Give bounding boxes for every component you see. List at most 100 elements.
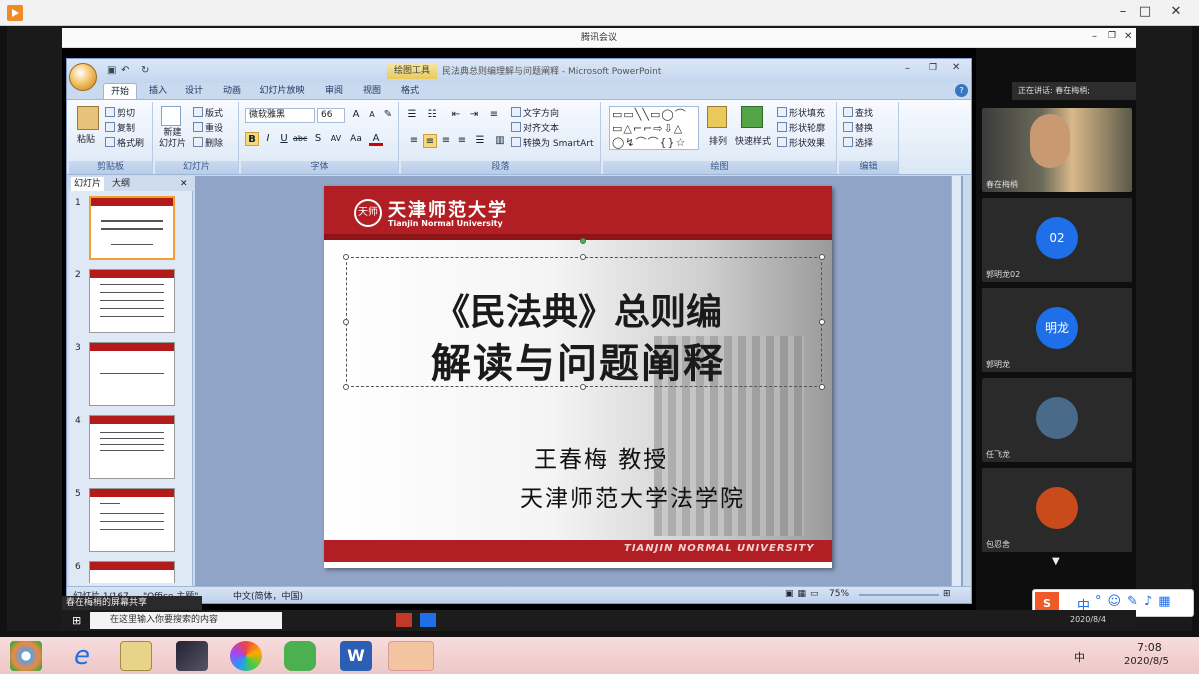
panel-close-icon[interactable]: ✕	[177, 177, 191, 191]
vertical-scrollbar[interactable]	[951, 176, 961, 586]
copy-button[interactable]: 复制	[105, 121, 135, 134]
text-direction-button[interactable]: 文字方向	[511, 106, 559, 119]
grow-font-icon[interactable]: A	[349, 108, 363, 122]
meeting-restore-icon[interactable]: ❐	[1108, 31, 1116, 41]
video-tile[interactable]: 02 郭明龙02	[982, 198, 1132, 282]
smartart-button[interactable]: 转换为 SmartArt	[511, 136, 593, 149]
distribute-icon[interactable]: ☰	[473, 134, 487, 148]
shapes-gallery[interactable]: ▭▭╲╲▭◯⌒ ▭△⌐⌐⇨⇩△ ◯↯⌒⌒{}☆	[609, 106, 699, 150]
tab-slides[interactable]: 幻灯片	[71, 177, 105, 191]
tab-format[interactable]: 格式	[395, 83, 425, 99]
start-icon[interactable]: ⊞	[72, 614, 81, 627]
layout-button[interactable]: 版式	[193, 106, 223, 119]
align-left-icon[interactable]: ≡	[407, 134, 421, 148]
meeting-task-icon[interactable]	[420, 613, 436, 627]
new-slide-button[interactable]: 新建 幻灯片	[159, 128, 186, 150]
resize-handle[interactable]	[343, 254, 349, 260]
ime-tools-icons[interactable]: °☺✎♪▦	[1095, 594, 1177, 609]
delete-slide-button[interactable]: 删除	[193, 136, 223, 149]
paste-button[interactable]: 粘贴	[77, 132, 95, 145]
video-tile[interactable]: 任飞龙	[982, 378, 1132, 462]
redo-icon[interactable]: ↻	[141, 65, 149, 76]
slide-thumbnail[interactable]	[89, 196, 175, 260]
shape-outline-button[interactable]: 形状轮廓	[777, 121, 825, 134]
slide-thumbnail[interactable]	[89, 561, 175, 583]
zoom-level[interactable]: 75%	[829, 589, 849, 599]
rotate-handle[interactable]	[580, 238, 586, 244]
player-task-icon[interactable]	[388, 641, 434, 671]
meeting-minimize-icon[interactable]: –	[1092, 31, 1097, 42]
cut-button[interactable]: 剪切	[105, 106, 135, 119]
numbering-icon[interactable]: ☷	[425, 108, 439, 122]
word-icon[interactable]: W	[340, 641, 372, 671]
video-tile[interactable]: 明龙 郭明龙	[982, 288, 1132, 372]
ime-indicator[interactable]: 中	[1074, 649, 1085, 665]
font-color-icon[interactable]: A	[369, 132, 383, 146]
tab-home[interactable]: 开始	[103, 83, 137, 99]
remote-search-box[interactable]: 在这里输入你要搜索的内容	[90, 612, 282, 629]
browser-icon[interactable]	[230, 641, 262, 671]
format-painter-button[interactable]: 格式刷	[105, 136, 144, 149]
folder-icon[interactable]	[120, 641, 152, 671]
start-orb-icon[interactable]	[10, 641, 42, 671]
scroll-down-icon[interactable]: ▼	[1052, 556, 1060, 567]
slide-thumbnail[interactable]	[89, 488, 175, 552]
zoom-slider[interactable]	[859, 594, 939, 596]
wechat-icon[interactable]	[284, 641, 316, 671]
app-icon[interactable]	[176, 641, 208, 671]
reset-button[interactable]: 重设	[193, 121, 223, 134]
ppt-task-icon[interactable]	[396, 613, 412, 627]
video-tile[interactable]: 春在梅梢	[982, 108, 1132, 192]
clear-format-icon[interactable]: ✎	[381, 108, 395, 122]
arrange-icon[interactable]	[707, 106, 727, 128]
decrease-indent-icon[interactable]: ⇤	[449, 108, 463, 122]
change-case-icon[interactable]: Aa	[349, 132, 363, 146]
save-icon[interactable]: ▣	[107, 65, 116, 76]
justify-icon[interactable]: ≡	[455, 134, 469, 148]
replace-button[interactable]: 替换	[843, 121, 873, 134]
close-button[interactable]: ✕	[1158, 3, 1194, 21]
underline-icon[interactable]: U	[277, 132, 291, 146]
tab-design[interactable]: 设计	[179, 83, 209, 99]
ppt-restore-icon[interactable]: ❐	[929, 63, 937, 73]
fit-window-icon[interactable]: ⊞	[943, 589, 951, 599]
minimize-button[interactable]: –	[1112, 3, 1134, 21]
view-buttons[interactable]: ▣▦▭	[785, 589, 823, 599]
shape-fill-button[interactable]: 形状填充	[777, 106, 825, 119]
new-slide-icon[interactable]	[161, 106, 181, 126]
columns-icon[interactable]: ▥	[493, 134, 507, 148]
arrange-button[interactable]: 排列	[709, 134, 727, 147]
slide-thumbnail[interactable]	[89, 415, 175, 479]
line-spacing-icon[interactable]: ≡	[487, 108, 501, 122]
drawing-tools-context-tab[interactable]: 绘图工具	[387, 63, 437, 79]
align-center-icon[interactable]: ≡	[423, 134, 437, 148]
select-button[interactable]: 选择	[843, 136, 873, 149]
paste-icon[interactable]	[77, 106, 99, 130]
slide-thumbnail[interactable]	[89, 269, 175, 333]
align-right-icon[interactable]: ≡	[439, 134, 453, 148]
quick-styles-button[interactable]: 快速样式	[735, 134, 771, 147]
resize-handle[interactable]	[819, 254, 825, 260]
bullets-icon[interactable]: ☰	[405, 108, 419, 122]
language[interactable]: 中文(简体，中国)	[233, 589, 303, 602]
char-spacing-icon[interactable]: AV	[329, 132, 343, 146]
video-tile[interactable]: 包忍舍	[982, 468, 1132, 552]
tab-slideshow[interactable]: 幻灯片放映	[253, 83, 311, 99]
tab-outline[interactable]: 大纲	[109, 177, 133, 191]
tab-view[interactable]: 视图	[357, 83, 387, 99]
shape-effect-button[interactable]: 形状效果	[777, 136, 825, 149]
shadow-icon[interactable]: S	[311, 132, 325, 146]
maximize-button[interactable]: □	[1134, 3, 1156, 21]
resize-handle[interactable]	[580, 254, 586, 260]
tab-insert[interactable]: 插入	[143, 83, 173, 99]
help-icon[interactable]: ?	[955, 84, 968, 97]
italic-icon[interactable]: I	[261, 132, 275, 146]
ppt-close-icon[interactable]: ✕	[952, 62, 960, 73]
slide-thumbnail[interactable]	[89, 342, 175, 406]
quick-styles-icon[interactable]	[741, 106, 763, 128]
strikethrough-icon[interactable]: abc	[293, 132, 307, 146]
current-slide[interactable]: 天师 天津师范大学 Tianjin Normal University 《民法典…	[324, 186, 832, 568]
tab-animation[interactable]: 动画	[217, 83, 247, 99]
tab-review[interactable]: 审阅	[319, 83, 349, 99]
undo-icon[interactable]: ↶	[121, 65, 129, 76]
